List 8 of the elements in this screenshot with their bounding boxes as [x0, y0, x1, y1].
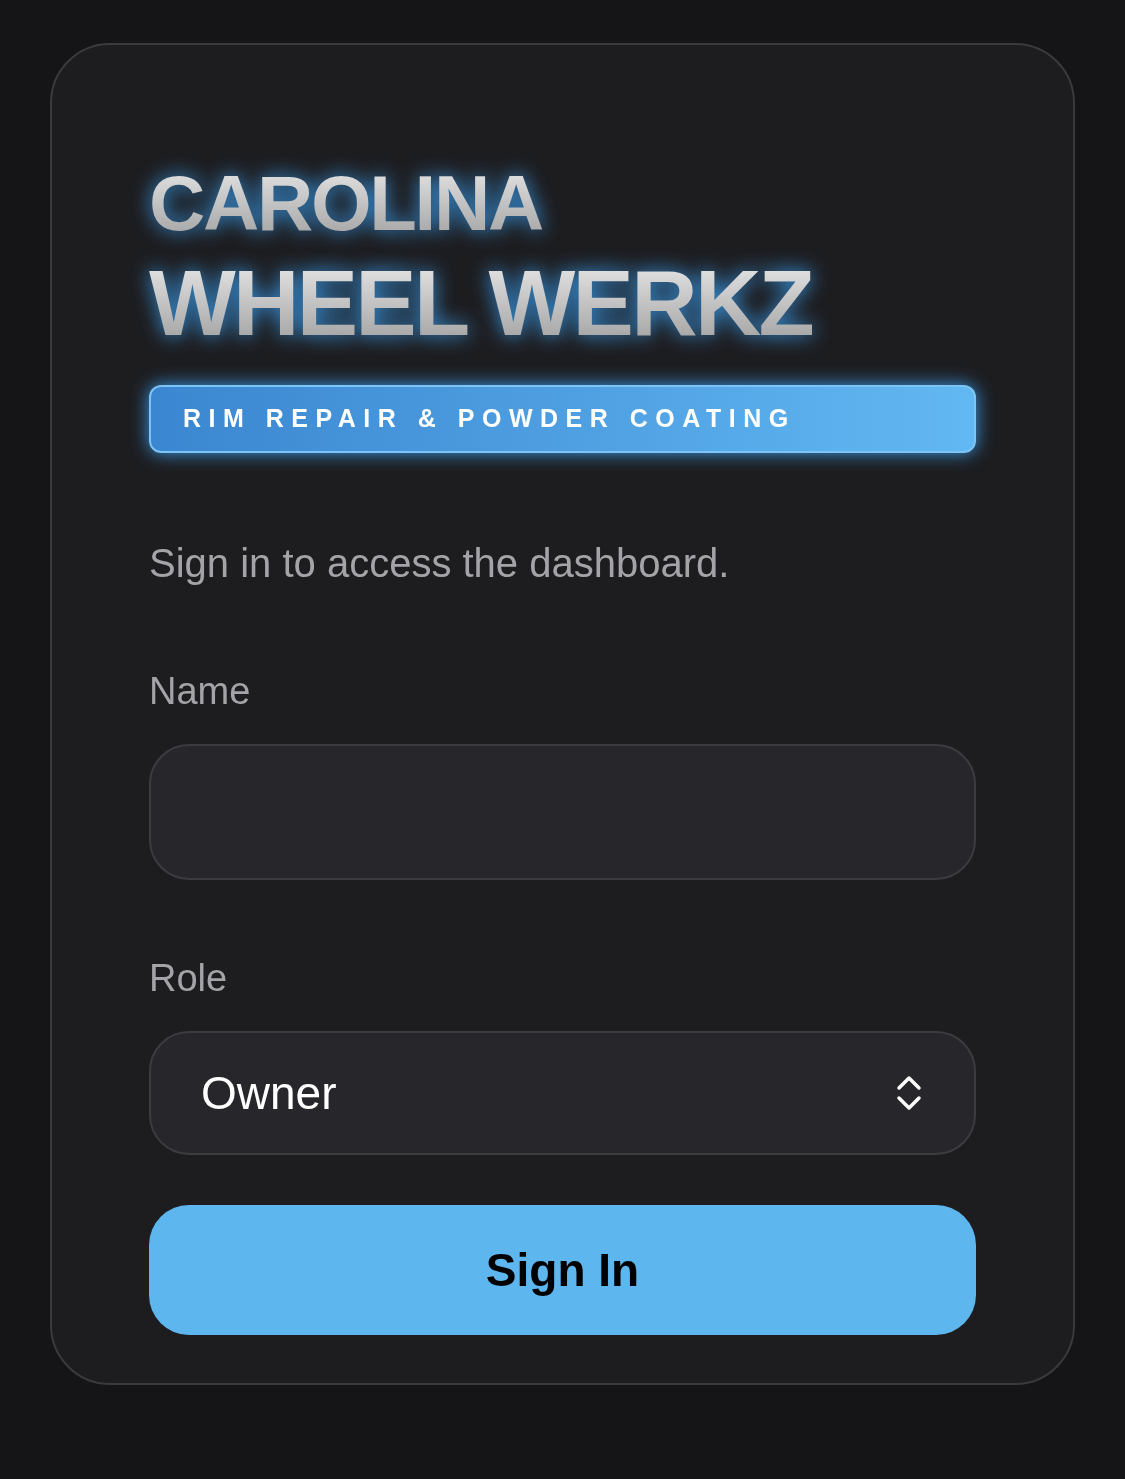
- field-label: Name: [149, 669, 252, 714]
- role-select[interactable]: Owner: [149, 1031, 976, 1155]
- sign-in-button[interactable]: Sign In: [149, 1205, 976, 1335]
- tagline-banner: RIM REPAIR & POWDER COATING: [149, 385, 976, 453]
- field-label: Role: [149, 956, 229, 1001]
- chevron-up-down-icon: [894, 1073, 924, 1113]
- name-input[interactable]: [149, 744, 976, 880]
- subtitle: Sign in to access the dashboard.: [149, 540, 731, 587]
